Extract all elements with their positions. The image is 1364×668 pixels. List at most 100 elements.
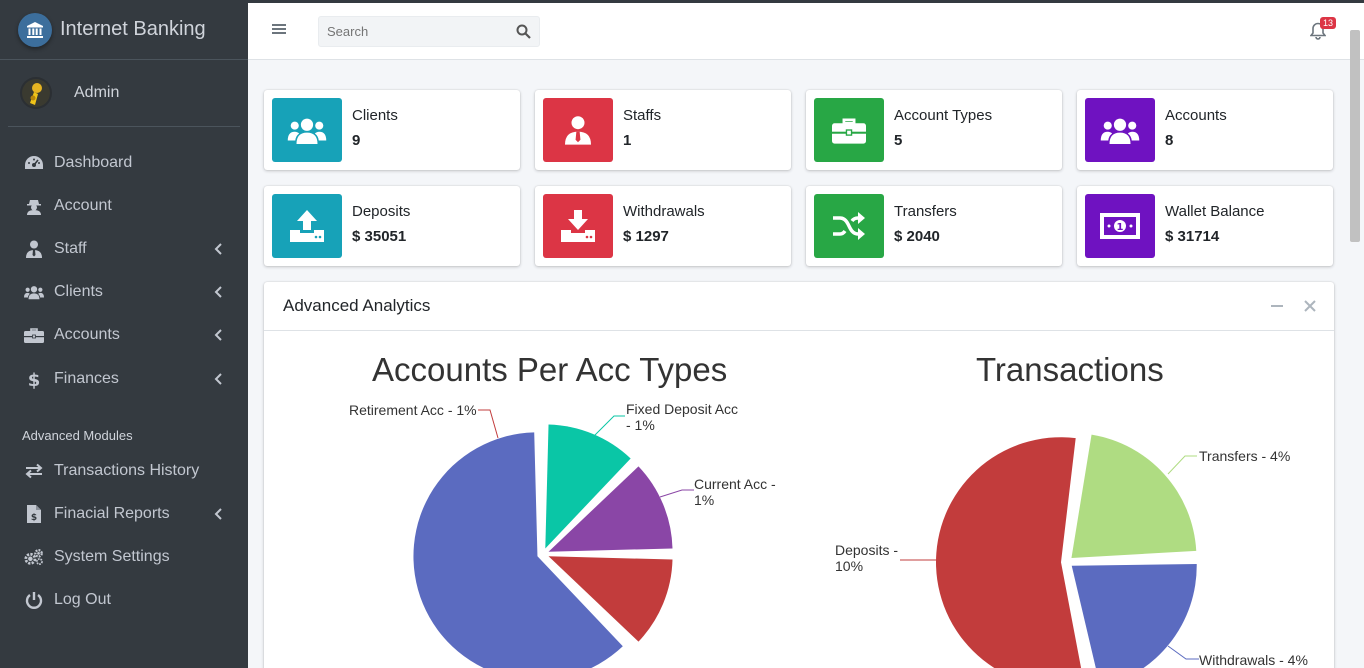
- info-box-accounts[interactable]: Accounts 8: [1077, 90, 1333, 170]
- sidebar-item-label: Finacial Reports: [54, 504, 170, 522]
- chevron-left-icon: [212, 286, 224, 298]
- pie-label-retirement: Retirement Acc - 1%: [349, 402, 477, 418]
- user-name: Admin: [74, 84, 120, 101]
- search-box: [318, 16, 540, 47]
- user-secret-icon: [24, 196, 44, 216]
- info-box-value: $ 35051: [352, 228, 407, 245]
- leader-line: [1167, 645, 1199, 660]
- chevron-left-icon: [212, 508, 224, 520]
- svg-text:1: 1: [1117, 222, 1124, 233]
- avatar: [20, 77, 52, 109]
- sidebar-item-label: System Settings: [54, 548, 170, 566]
- leader-line: [593, 415, 625, 437]
- sidebar-item-accounts[interactable]: Accounts: [0, 314, 248, 357]
- exchange-icon: [24, 461, 44, 481]
- sidebar-item-label: Clients: [54, 283, 103, 301]
- sidebar-item-transactions-history[interactable]: Transactions History: [0, 449, 248, 492]
- sidebar-item-account[interactable]: Account: [0, 184, 248, 227]
- leader-line: [478, 409, 499, 439]
- briefcase-icon: [814, 98, 884, 162]
- sidebar-section-header: Advanced Modules: [22, 428, 133, 444]
- info-box-clients[interactable]: Clients 9: [264, 90, 520, 170]
- random-icon: [814, 194, 884, 258]
- info-box-label: Accounts: [1165, 107, 1227, 124]
- sidebar-item-label: Accounts: [54, 326, 120, 344]
- users-icon: [24, 282, 44, 302]
- download-icon: [543, 194, 613, 258]
- sidebar-item-system-settings[interactable]: System Settings: [0, 536, 248, 579]
- sidebar-item-dashboard[interactable]: Dashboard: [0, 141, 248, 184]
- info-box-value: 9: [352, 132, 361, 149]
- chevron-left-icon: [212, 329, 224, 342]
- pie-label-withdrawals: Withdrawals - 4%: [1199, 652, 1308, 668]
- info-box-transfers[interactable]: Transfers $ 2040: [806, 186, 1062, 266]
- bank-logo-icon: [18, 12, 52, 47]
- svg-text:$: $: [31, 513, 37, 523]
- tachometer-icon: [24, 153, 44, 173]
- users-icon: [272, 98, 342, 162]
- hamburger-menu-icon[interactable]: [271, 21, 287, 37]
- pie-chart-accounts: [413, 424, 673, 668]
- sidebar-item-clients[interactable]: Clients: [0, 271, 248, 314]
- top-navbar: 13: [248, 3, 1364, 60]
- info-box-label: Deposits: [352, 203, 411, 220]
- analytics-card: Advanced Analytics Accounts Per Acc Type…: [264, 282, 1334, 668]
- charts-svg: [413, 409, 1199, 668]
- chevron-left-icon: [212, 372, 224, 385]
- sidebar-item-label: Transactions History: [54, 461, 200, 479]
- info-box-staffs[interactable]: Staffs 1: [535, 90, 791, 170]
- sidebar-item-financial-reports[interactable]: $ Finacial Reports: [0, 492, 248, 535]
- brand-title: Internet Banking: [60, 18, 206, 40]
- leader-line: [659, 489, 694, 498]
- sidebar-item-label: Staff: [54, 239, 87, 257]
- notification-badge: 13: [1320, 17, 1337, 29]
- leader-line: [1167, 455, 1197, 475]
- info-box-withdrawals[interactable]: Withdrawals $ 1297: [535, 186, 791, 266]
- pie-chart-transactions: [936, 434, 1197, 668]
- pie-label-transfers: Transfers - 4%: [1199, 448, 1291, 464]
- top-strip: [0, 0, 1364, 3]
- sidebar-item-label: Account: [54, 196, 112, 214]
- svg-text:$: $: [28, 370, 40, 389]
- info-box-account-types[interactable]: Account Types 5: [806, 90, 1062, 170]
- sidebar-item-label: Log Out: [54, 591, 111, 609]
- chart-title: Transactions: [976, 351, 1164, 388]
- pie-slice[interactable]: [936, 437, 1084, 668]
- pie-label-deposits: Deposits - 10%: [835, 542, 899, 574]
- info-box-label: Withdrawals: [623, 203, 705, 220]
- info-box-label: Staffs: [623, 107, 662, 124]
- info-box-value: $ 31714: [1165, 228, 1220, 245]
- upload-icon: [272, 194, 342, 258]
- sidebar-item-label: Dashboard: [54, 153, 133, 171]
- sidebar-item-log-out[interactable]: Log Out: [0, 579, 248, 622]
- brand-link[interactable]: Internet Banking: [0, 0, 248, 60]
- search-icon[interactable]: [516, 24, 531, 39]
- pie-slice[interactable]: [1071, 564, 1197, 668]
- users-icon: [1085, 98, 1155, 162]
- info-box-deposits[interactable]: Deposits $ 35051: [264, 186, 520, 266]
- sidebar-nav: Dashboard Account Staff Clients Accounts…: [0, 141, 248, 400]
- dollar-icon: $: [24, 369, 44, 389]
- info-box-label: Transfers: [894, 203, 957, 220]
- user-panel[interactable]: Admin: [8, 60, 240, 127]
- info-box-label: Account Types: [894, 107, 993, 124]
- info-box-label: Clients: [352, 107, 398, 124]
- info-box-label: Wallet Balance: [1165, 203, 1265, 220]
- file-invoice-dollar-icon: $: [24, 504, 44, 524]
- user-tie-icon: [543, 98, 613, 162]
- scrollbar[interactable]: [1350, 30, 1360, 242]
- sidebar-advanced-nav: Transactions History $ Finacial Reports …: [0, 449, 248, 622]
- money-bill-icon: 1: [1085, 194, 1155, 258]
- sidebar-item-staff[interactable]: Staff: [0, 227, 248, 270]
- sidebar-item-label: Finances: [54, 369, 119, 387]
- info-box-value: 8: [1165, 132, 1174, 149]
- sidebar-item-finances[interactable]: $ Finances: [0, 357, 248, 400]
- briefcase-icon: [24, 325, 44, 345]
- search-input[interactable]: [319, 24, 499, 39]
- info-box-value: 5: [894, 132, 903, 149]
- info-box-wallet-balance[interactable]: 1 Wallet Balance $ 31714: [1077, 186, 1333, 266]
- info-box-value: $ 1297: [623, 228, 669, 245]
- chevron-left-icon: [212, 243, 224, 255]
- info-box-value: $ 2040: [894, 228, 940, 245]
- pie-slice[interactable]: [1071, 434, 1197, 558]
